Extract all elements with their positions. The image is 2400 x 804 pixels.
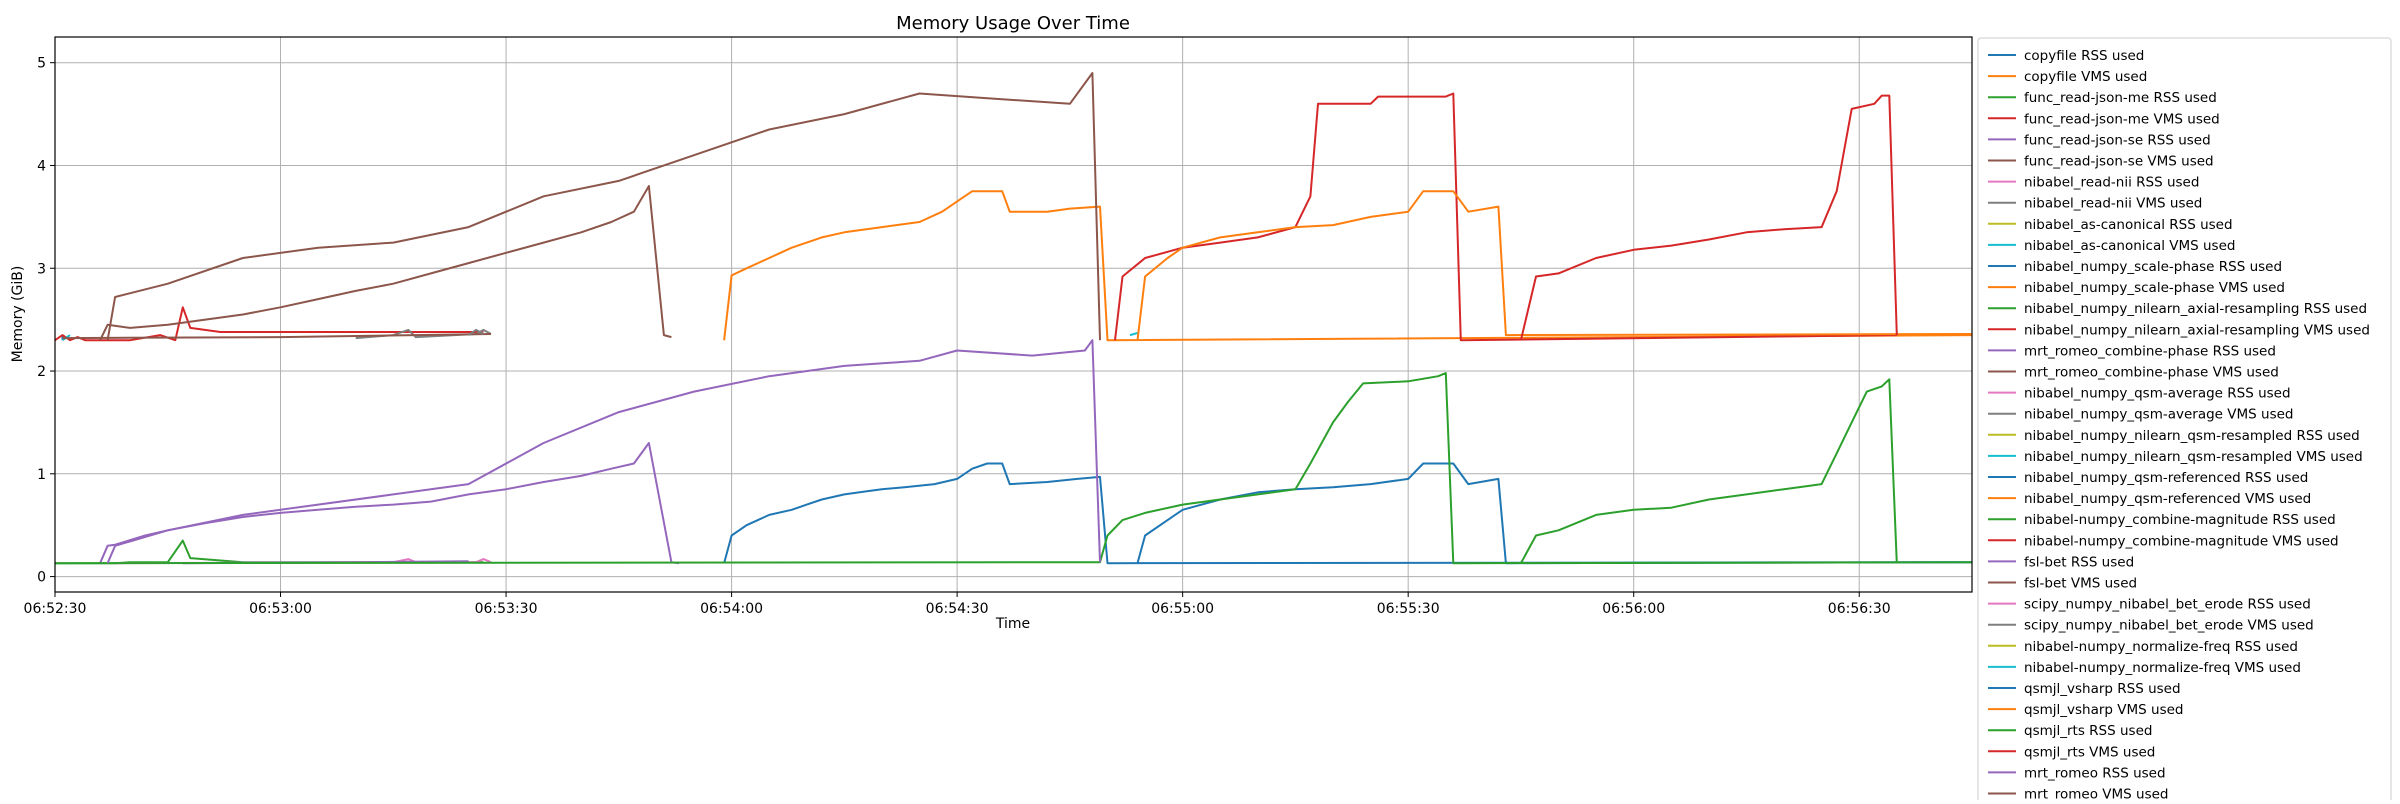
y-axis-label: Memory (GiB) xyxy=(10,266,26,363)
legend-label: mrt_romeo VMS used xyxy=(2024,787,2168,801)
legend-label: mrt_romeo_combine-phase RSS used xyxy=(2024,343,2276,359)
legend-label: func_read-json-se VMS used xyxy=(2024,154,2214,170)
x-tick-label: 06:52:30 xyxy=(24,601,87,617)
x-tick-label: 06:55:00 xyxy=(1151,601,1214,617)
x-tick-label: 06:53:30 xyxy=(475,601,538,617)
legend-label: mrt_romeo_combine-phase VMS used xyxy=(2024,365,2279,381)
legend-label: scipy_numpy_nibabel_bet_erode RSS used xyxy=(2024,597,2311,613)
legend-label: nibabel_numpy_nilearn_axial-resampling V… xyxy=(2024,322,2370,338)
legend-label: nibabel_numpy_nilearn_axial-resampling R… xyxy=(2024,301,2367,317)
legend-label: fsl-bet VMS used xyxy=(2024,576,2137,592)
legend-label: nibabel_numpy_qsm-referenced VMS used xyxy=(2024,491,2311,507)
x-tick-label: 06:56:00 xyxy=(1602,601,1665,617)
y-tick-label: 4 xyxy=(37,158,46,174)
y-tick-label: 0 xyxy=(37,570,46,586)
legend-label: nibabel_read-nii RSS used xyxy=(2024,175,2199,191)
x-axis-label: Time xyxy=(995,616,1030,632)
y-tick-label: 5 xyxy=(37,56,46,72)
legend-label: nibabel_numpy_nilearn_qsm-resampled RSS … xyxy=(2024,428,2360,444)
x-tick-label: 06:53:00 xyxy=(249,601,312,617)
legend-label: qsmjl_vsharp VMS used xyxy=(2024,702,2183,718)
legend-label: nibabel-numpy_normalize-freq VMS used xyxy=(2024,660,2301,676)
legend-label: nibabel-numpy_combine-magnitude VMS used xyxy=(2024,533,2339,549)
legend-label: copyfile RSS used xyxy=(2024,48,2144,64)
legend-label: fsl-bet RSS used xyxy=(2024,554,2134,570)
legend-label: copyfile VMS used xyxy=(2024,69,2147,85)
legend-label: nibabel_as-canonical RSS used xyxy=(2024,217,2233,233)
legend-label: nibabel_numpy_nilearn_qsm-resampled VMS … xyxy=(2024,449,2363,465)
x-tick-label: 06:55:30 xyxy=(1377,601,1440,617)
legend-label: nibabel-numpy_normalize-freq RSS used xyxy=(2024,639,2298,655)
figure: 06:52:30 06:53:00 06:53:30 06:54:00 06:54:30… xyxy=(0,0,2400,804)
legend-label: nibabel_numpy_qsm-referenced RSS used xyxy=(2024,470,2308,486)
legend-label: func_read-json-me RSS used xyxy=(2024,90,2217,106)
legend-label: nibabel_numpy_scale-phase RSS used xyxy=(2024,259,2282,275)
legend-label: nibabel_read-nii VMS used xyxy=(2024,196,2202,212)
legend-label: nibabel_numpy_scale-phase VMS used xyxy=(2024,280,2285,296)
x-tick-label: 06:54:00 xyxy=(700,601,763,617)
legend-label: nibabel-numpy_combine-magnitude RSS used xyxy=(2024,512,2336,528)
legend-label: func_read-json-me VMS used xyxy=(2024,111,2220,127)
x-tick-label: 06:56:30 xyxy=(1828,601,1891,617)
legend-label: nibabel_numpy_qsm-average VMS used xyxy=(2024,407,2294,423)
legend-label: scipy_numpy_nibabel_bet_erode VMS used xyxy=(2024,618,2314,634)
legend-label: nibabel_as-canonical VMS used xyxy=(2024,238,2235,254)
legend-label: func_read-json-se RSS used xyxy=(2024,132,2211,148)
memory-usage-chart: 06:52:30 06:53:00 06:53:30 06:54:00 06:54:30… xyxy=(0,0,2400,804)
chart-title: Memory Usage Over Time xyxy=(896,13,1130,34)
x-tick-label: 06:54:30 xyxy=(926,601,989,617)
y-tick-label: 2 xyxy=(37,364,46,380)
legend-label: mrt_romeo RSS used xyxy=(2024,765,2166,781)
legend-label: qsmjl_rts VMS used xyxy=(2024,744,2155,760)
legend-label: qsmjl_vsharp RSS used xyxy=(2024,681,2181,697)
legend-label: qsmjl_rts RSS used xyxy=(2024,723,2152,739)
y-tick-label: 3 xyxy=(37,261,46,277)
legend-label: nibabel_numpy_qsm-average RSS used xyxy=(2024,386,2291,402)
y-tick-label: 1 xyxy=(37,467,46,483)
legend: copyfile RSS used copyfile VMS used func_r… xyxy=(1977,37,2392,804)
